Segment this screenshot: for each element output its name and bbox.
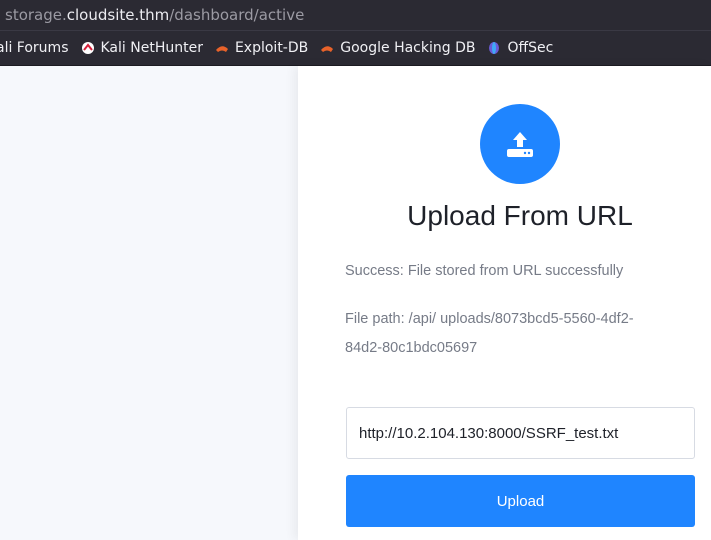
bookmark-label: OffSec <box>507 40 554 56</box>
page-title: Upload From URL <box>407 200 633 231</box>
page-background <box>0 66 298 540</box>
bookmark-kali-nethunter[interactable]: Kali NetHunter <box>81 40 203 56</box>
bookmark-exploit-db[interactable]: Exploit-DB <box>215 40 308 56</box>
offsec-icon <box>489 42 500 54</box>
nethunter-icon <box>81 42 94 54</box>
url-input[interactable] <box>346 407 695 459</box>
bookmark-label: Kali NetHunter <box>100 40 203 56</box>
ghdb-icon <box>321 46 334 52</box>
bookmark-google-hacking-db[interactable]: Google Hacking DB <box>320 40 475 56</box>
upload-button[interactable]: Upload <box>346 475 695 527</box>
status-message: Success: File stored from URL successful… <box>345 263 624 279</box>
url-prefix: storage. <box>5 6 67 24</box>
upload-icon <box>480 104 560 184</box>
bookmark-label: ali Forums <box>0 40 69 56</box>
url-host: cloudsite.thm <box>66 6 170 24</box>
file-path: File path: /api/ uploads/8073bcd5-5560-4… <box>345 311 634 356</box>
bookmark-label: Google Hacking DB <box>340 40 476 56</box>
bookmark-kali-forums[interactable]: ali Forums <box>0 40 69 56</box>
upload-panel: Upload From URL Success: File stored fro… <box>298 66 711 540</box>
exploitdb-icon <box>215 46 228 52</box>
bookmark-label: Exploit-DB <box>234 40 309 56</box>
bookmarks-toolbar: ali Forums Kali NetHunter Exploit-DB Goo… <box>0 30 711 66</box>
url-path: /dashboard/active <box>169 6 305 24</box>
bookmark-offsec[interactable]: OffSec <box>487 40 553 56</box>
address-bar[interactable]: storage. cloudsite.thm/dashboard/active <box>0 0 711 30</box>
